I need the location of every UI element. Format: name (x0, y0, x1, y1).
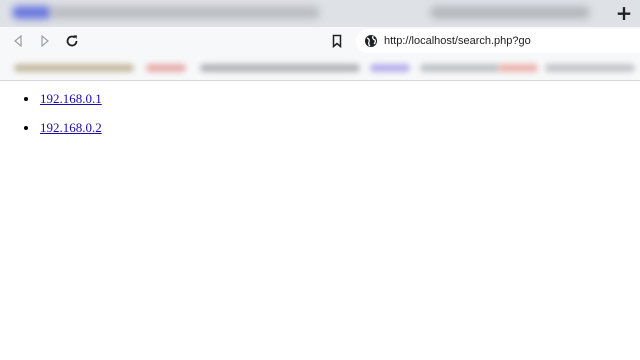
back-arrow-icon (14, 35, 22, 47)
result-link[interactable]: 192.168.0.2 (40, 120, 102, 136)
tab-blurred-3[interactable] (430, 6, 590, 19)
browser-toolbar: http://localhost/search.php?go (0, 27, 640, 55)
address-bar-url[interactable]: http://localhost/search.php?go (384, 33, 531, 49)
bookmark-item-blurred-6[interactable] (498, 64, 538, 72)
forward-arrow-icon (41, 35, 49, 47)
globe-icon (365, 35, 377, 47)
bookmark-item-blurred-1[interactable] (14, 64, 134, 72)
forward-button[interactable] (35, 31, 55, 51)
result-link[interactable]: 192.168.0.1 (40, 91, 102, 107)
bookmark-item-blurred-3[interactable] (200, 64, 360, 72)
new-tab-button[interactable]: + (612, 1, 636, 25)
bookmarks-bar (0, 55, 640, 81)
bookmark-item-blurred-2[interactable] (146, 64, 186, 72)
bullet (24, 97, 28, 101)
page-content: 192.168.0.1 192.168.0.2 (0, 82, 640, 360)
bullet (24, 126, 28, 130)
reload-button[interactable] (62, 31, 82, 51)
address-bar[interactable]: http://localhost/search.php?go (356, 29, 640, 53)
plus-icon: + (615, 1, 633, 25)
tab-strip: + (0, 0, 640, 27)
tab-blurred-1[interactable] (12, 6, 52, 19)
back-button[interactable] (8, 31, 28, 51)
bookmark-item-blurred-4[interactable] (370, 64, 410, 72)
tab-blurred-2[interactable] (50, 6, 320, 19)
bookmark-button[interactable] (327, 31, 347, 51)
bookmark-item-blurred-7[interactable] (545, 64, 635, 72)
bookmark-item-blurred-5[interactable] (420, 64, 500, 72)
reload-icon (66, 35, 78, 47)
bookmark-icon (332, 34, 342, 48)
